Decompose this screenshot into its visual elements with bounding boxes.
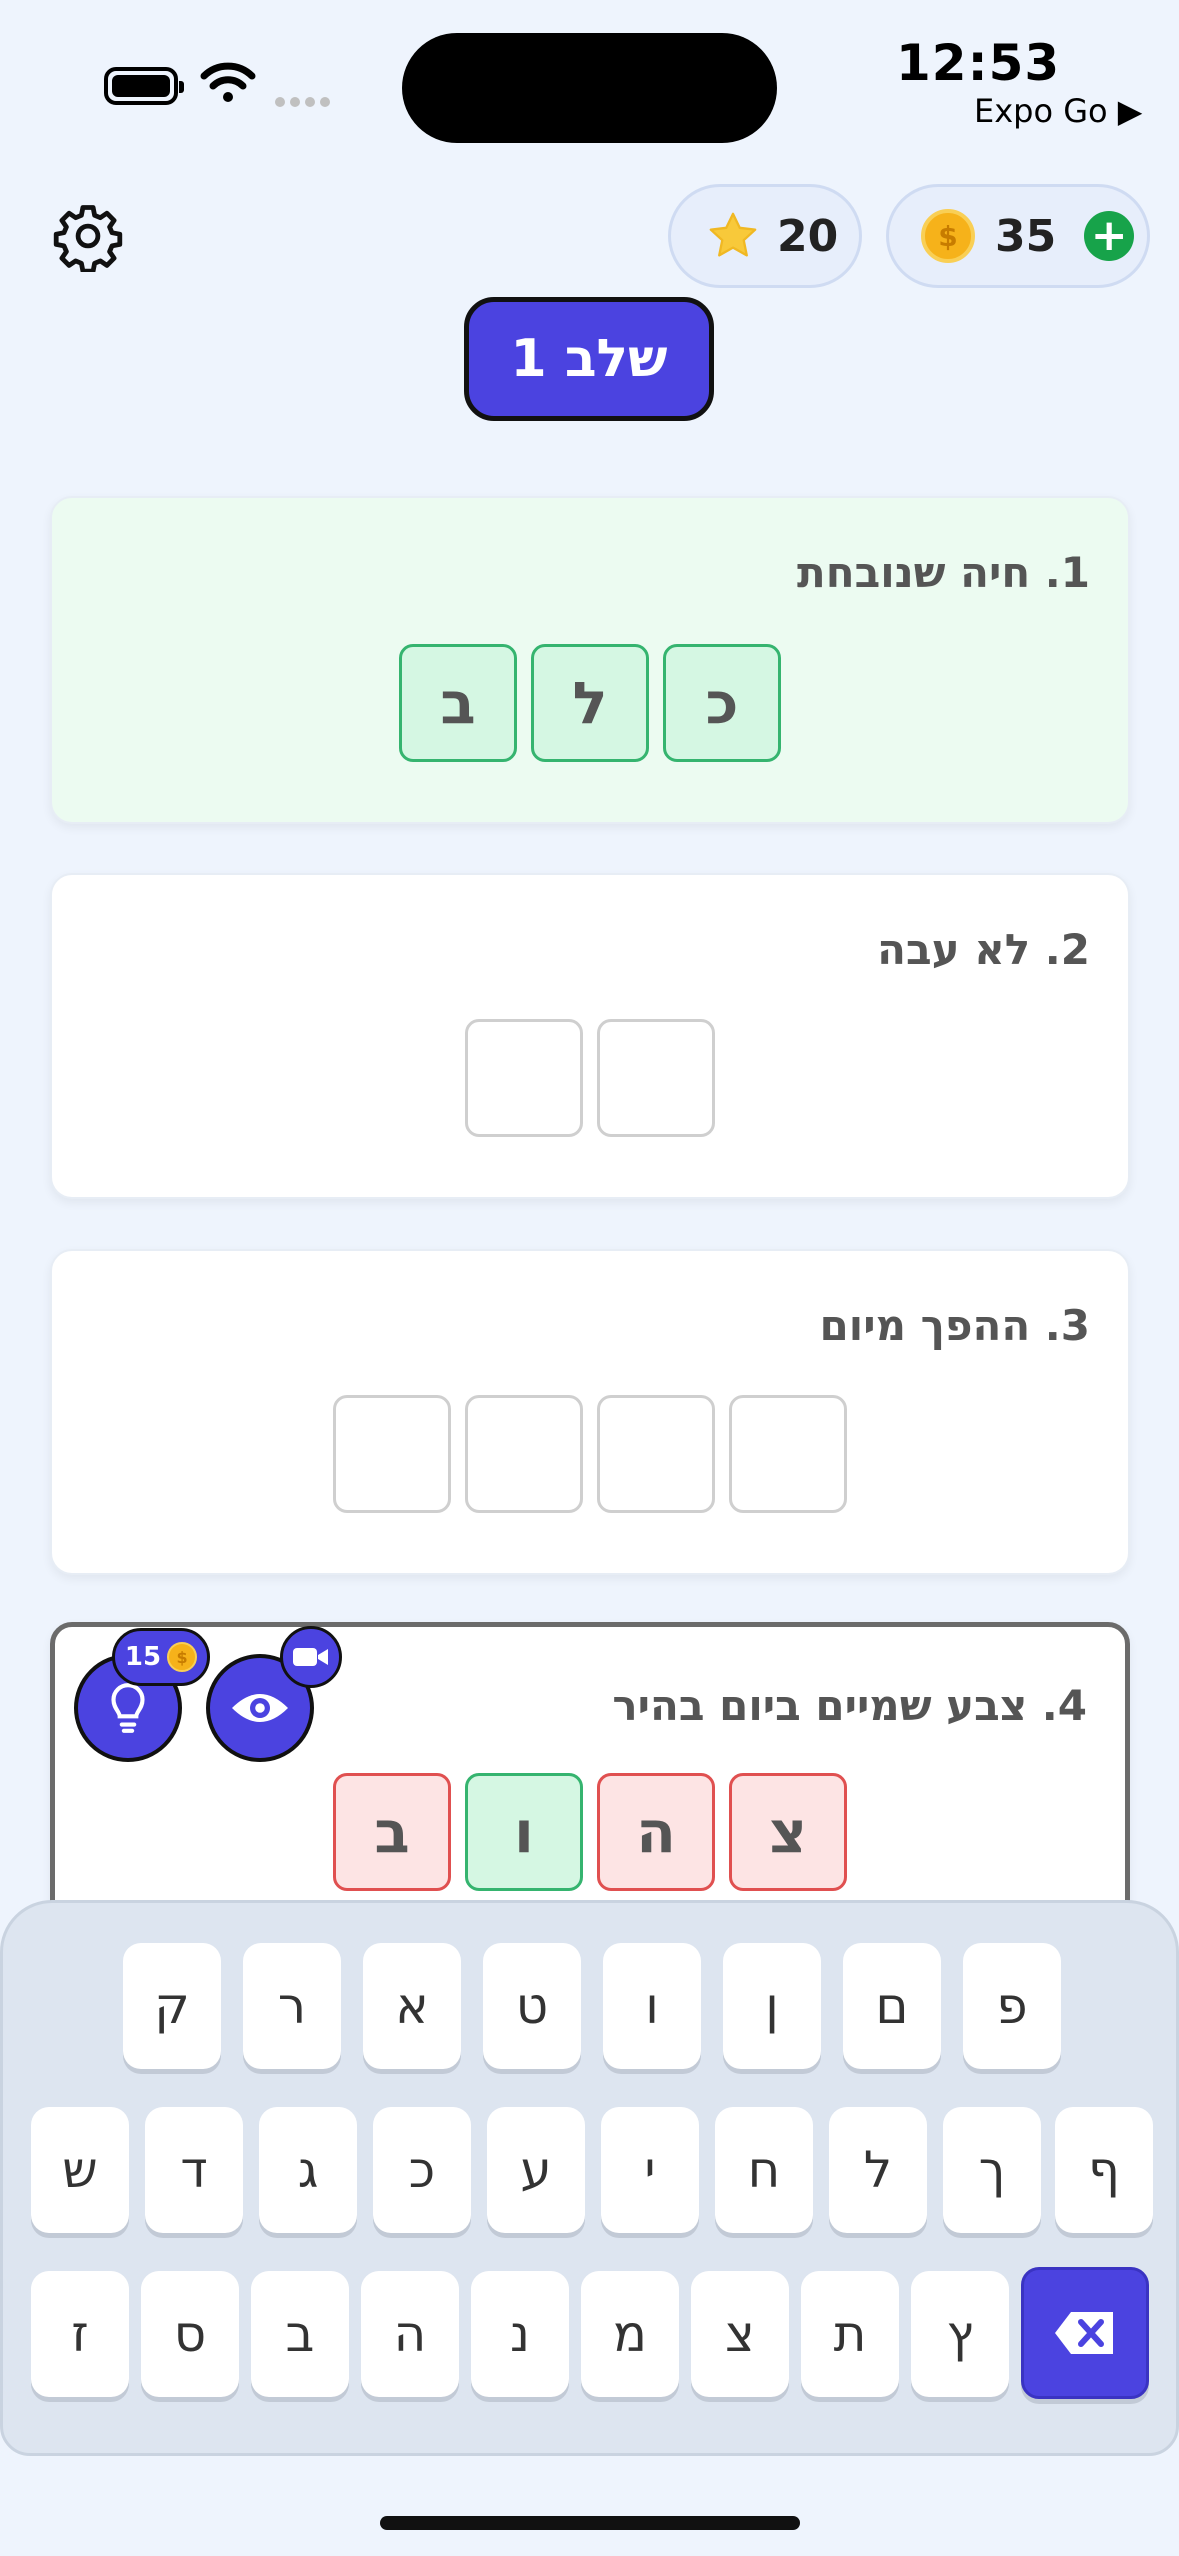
coins-counter: $ 35 + xyxy=(886,184,1150,288)
expo-go-link[interactable]: Expo Go ▶ xyxy=(974,92,1142,130)
home-indicator xyxy=(380,2516,800,2530)
stars-value: 20 xyxy=(777,210,839,262)
key[interactable]: ג xyxy=(259,2107,357,2233)
puzzle-clue: 1. חיה שנובחת xyxy=(797,548,1090,597)
key[interactable]: מ xyxy=(581,2271,679,2397)
key[interactable]: ף xyxy=(1055,2107,1153,2233)
letter-tile[interactable] xyxy=(597,1395,715,1513)
letter-tile[interactable] xyxy=(465,1019,583,1137)
letter-tile[interactable]: ה xyxy=(597,1773,715,1891)
letter-tile[interactable]: כ xyxy=(663,644,781,762)
hebrew-keyboard: ק ר א ט ו ן ם פ ש ד ג כ ע י ח ל ך ף ז ס … xyxy=(0,1900,1179,2456)
delete-key[interactable] xyxy=(1021,2267,1149,2399)
letter-tile[interactable]: ב xyxy=(333,1773,451,1891)
key[interactable]: ה xyxy=(361,2271,459,2397)
letter-tile[interactable] xyxy=(333,1395,451,1513)
status-time: 12:53 xyxy=(896,34,1061,92)
puzzle-clue: 3. ההפך מיום xyxy=(819,1301,1090,1350)
letter-tile[interactable]: ו xyxy=(465,1773,583,1891)
puzzle-card-2[interactable]: 2. לא עבה xyxy=(50,873,1130,1199)
key[interactable]: ת xyxy=(801,2271,899,2397)
lightbulb-icon xyxy=(111,1683,145,1733)
puzzle-clue: 4. צבע שמיים ביום בהיר xyxy=(612,1681,1087,1730)
key[interactable]: ך xyxy=(943,2107,1041,2233)
key[interactable]: נ xyxy=(471,2271,569,2397)
key[interactable]: ר xyxy=(243,1943,341,2069)
key[interactable]: ק xyxy=(123,1943,221,2069)
add-coins-button[interactable]: + xyxy=(1084,211,1135,261)
key[interactable]: ע xyxy=(487,2107,585,2233)
eye-icon xyxy=(232,1694,288,1722)
coin-icon: $ xyxy=(167,1642,198,1672)
key[interactable]: ד xyxy=(145,2107,243,2233)
key[interactable]: ח xyxy=(715,2107,813,2233)
puzzle-card-1[interactable]: 1. חיה שנובחת כ ל ב xyxy=(50,496,1130,824)
puzzle-clue: 2. לא עבה xyxy=(877,925,1090,974)
stars-counter: 20 xyxy=(668,184,862,288)
battery-icon xyxy=(104,67,184,105)
key[interactable]: ל xyxy=(829,2107,927,2233)
key[interactable]: צ xyxy=(691,2271,789,2397)
star-icon xyxy=(709,212,757,257)
coins-value: 35 xyxy=(995,210,1057,262)
key[interactable]: פ xyxy=(963,1943,1061,2069)
backspace-icon xyxy=(1055,2312,1113,2354)
wifi-icon xyxy=(200,62,256,102)
key[interactable]: כ xyxy=(373,2107,471,2233)
letter-tile[interactable]: ב xyxy=(399,644,517,762)
puzzle-card-3[interactable]: 3. ההפך מיום xyxy=(50,1249,1130,1575)
coin-icon: $ xyxy=(921,209,975,263)
video-camera-icon xyxy=(293,1648,328,1666)
letter-tile[interactable]: צ xyxy=(729,1773,847,1891)
hint-cost-badge: 15 $ xyxy=(112,1628,210,1686)
key[interactable]: ס xyxy=(141,2271,239,2397)
key[interactable]: ז xyxy=(31,2271,129,2397)
stage-button[interactable]: שלב 1 xyxy=(464,297,714,421)
hint-cost-value: 15 xyxy=(124,1642,162,1672)
dynamic-island xyxy=(402,33,777,143)
cellular-signal-icon xyxy=(275,92,335,108)
key[interactable]: ש xyxy=(31,2107,129,2233)
key[interactable]: ב xyxy=(251,2271,349,2397)
video-ad-badge xyxy=(280,1626,342,1688)
key[interactable]: ץ xyxy=(911,2271,1009,2397)
key[interactable]: י xyxy=(601,2107,699,2233)
letter-tile[interactable] xyxy=(465,1395,583,1513)
letter-tile[interactable] xyxy=(729,1395,847,1513)
letter-tile[interactable] xyxy=(597,1019,715,1137)
key[interactable]: ט xyxy=(483,1943,581,2069)
key[interactable]: ם xyxy=(843,1943,941,2069)
key[interactable]: ו xyxy=(603,1943,701,2069)
key[interactable]: ן xyxy=(723,1943,821,2069)
key[interactable]: א xyxy=(363,1943,461,2069)
settings-gear-icon[interactable] xyxy=(52,200,124,272)
letter-tile[interactable]: ל xyxy=(531,644,649,762)
